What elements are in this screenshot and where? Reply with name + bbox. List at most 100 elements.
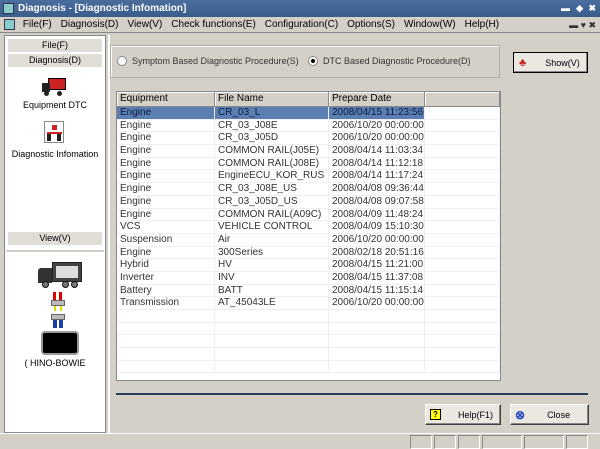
minimize-icon[interactable]: ▬ (561, 0, 570, 17)
cell-empty (425, 246, 500, 259)
close-icon: ⊗ (515, 407, 526, 422)
show-button[interactable]: ♣ Show(V) (513, 52, 588, 73)
help-button[interactable]: ? Help(F1) (425, 404, 501, 425)
equipment-dtc-icon[interactable] (42, 78, 66, 96)
table-row[interactable] (117, 335, 500, 349)
cell-equipment: Engine (117, 132, 215, 145)
dtc-procedure-label: DTC Based Diagnostic Procedure(D) (323, 56, 471, 66)
cell-file-name (215, 360, 329, 373)
resize-grip[interactable] (588, 434, 600, 449)
cell-prepare-date (329, 360, 425, 373)
table-row[interactable]: VCS VEHICLE CONTROL 2008/04/09 15:10:30 (117, 221, 500, 234)
table-row[interactable]: Battery BATT 2008/04/15 11:15:14 (117, 284, 500, 298)
cell-equipment (117, 310, 215, 322)
dtc-procedure-radio[interactable]: DTC Based Diagnostic Procedure(D) (308, 56, 471, 66)
menu-file[interactable]: File(F) (23, 19, 52, 30)
symptom-procedure-radio[interactable]: Symptom Based Diagnostic Procedure(S) (117, 56, 299, 66)
device-icon (41, 331, 79, 355)
cell-equipment: Inverter (117, 271, 215, 284)
diagnostic-information-icon[interactable] (44, 121, 64, 143)
sidebar-view-button[interactable]: View(V) (8, 232, 102, 245)
cell-file-name: COMMON RAIL(A09C) (215, 208, 329, 221)
cell-prepare-date (329, 310, 425, 322)
equipment-table[interactable]: Equipment File Name Prepare Date Engine C… (116, 91, 501, 381)
table-row[interactable]: Engine COMMON RAIL(J05E) 2008/04/14 11:03:… (117, 145, 500, 158)
cell-empty (425, 322, 500, 335)
cell-equipment: Engine (117, 246, 215, 259)
column-header-prepare-date[interactable]: Prepare Date (329, 92, 425, 107)
sidebar-file-button[interactable]: File(F) (8, 39, 102, 52)
device-label: ( HINO-BOWIE (24, 358, 86, 368)
radio-circle[interactable] (117, 56, 127, 66)
table-row[interactable]: Engine CR_03_J08E 2006/10/20 00:00:00 (117, 119, 500, 133)
cell-equipment (117, 322, 215, 335)
equipment-dtc-label[interactable]: Equipment DTC (5, 100, 105, 110)
cell-prepare-date: 2008/02/18 20:51:16 (329, 246, 425, 259)
table-row[interactable] (117, 322, 500, 336)
procedure-group: Symptom Based Diagnostic Procedure(S) DT… (110, 45, 500, 78)
cell-prepare-date: 2006/10/20 00:00:00 (329, 119, 425, 132)
window-title: Diagnosis - [Diagnostic Infomation] (18, 3, 187, 14)
close-window-icon[interactable]: ✖ (588, 0, 596, 17)
cell-file-name: HV (215, 259, 329, 271)
diagnostic-information-label[interactable]: Diagnostic Infomation (5, 149, 105, 159)
menu-help[interactable]: Help(H) (465, 19, 499, 30)
table-row[interactable]: Hybrid HV 2008/04/15 11:21:00 (117, 259, 500, 272)
cell-empty (425, 297, 500, 309)
table-row[interactable]: Engine CR_03_J05D_US 2008/04/08 09:07:58 (117, 195, 500, 209)
table-body: Engine CR_03_L 2008/04/15 11:23:56 Engine CR… (117, 107, 500, 374)
table-row[interactable]: Engine CR_03_L 2008/04/15 11:23:56 (117, 107, 500, 120)
cell-empty (425, 335, 500, 348)
sidebar-diagnosis-button[interactable]: Diagnosis(D) (8, 54, 102, 67)
cell-empty (425, 132, 500, 145)
radio-circle-selected[interactable] (308, 56, 318, 66)
cell-equipment (117, 348, 215, 360)
table-row[interactable]: Engine CR_03_J08E_US 2008/04/08 09:36:44 (117, 183, 500, 196)
table-row[interactable]: Transmission AT_45043LE 2006/10/20 00:00:0… (117, 297, 500, 310)
menu-options[interactable]: Options(S) (347, 19, 395, 30)
menu-window[interactable]: Window(W) (404, 19, 456, 30)
cell-empty (425, 348, 500, 360)
table-row[interactable]: Engine CR_03_J05D 2006/10/20 00:00:00 (117, 132, 500, 146)
connector-icon (51, 292, 65, 328)
cell-empty (425, 310, 500, 322)
cell-empty (425, 360, 500, 373)
table-row[interactable] (117, 310, 500, 323)
mdi-controls[interactable]: ▬ ♥ ✖ (569, 17, 596, 33)
cell-file-name (215, 310, 329, 322)
menu-view[interactable]: View(V) (127, 19, 162, 30)
menu-bar: File(F) Diagnosis(D) View(V) Check function… (0, 17, 600, 33)
menu-configuration[interactable]: Configuration(C) (265, 19, 338, 30)
table-row[interactable]: Engine COMMON RAIL(A09C) 2008/04/09 11:48:… (117, 208, 500, 222)
close-label: Close (547, 409, 571, 420)
cell-file-name: VEHICLE CONTROL (215, 221, 329, 233)
cell-equipment (117, 360, 215, 373)
cell-file-name: 300Series (215, 246, 329, 259)
cell-equipment: Engine (117, 119, 215, 132)
cell-empty (425, 221, 500, 233)
table-row[interactable] (117, 348, 500, 361)
menu-check-functions[interactable]: Check functions(E) (171, 19, 255, 30)
cell-empty (425, 119, 500, 132)
cell-prepare-date: 2008/04/15 11:21:00 (329, 259, 425, 271)
table-row[interactable] (117, 360, 500, 374)
menu-diagnosis[interactable]: Diagnosis(D) (61, 19, 119, 30)
table-row[interactable]: Engine 300Series 2008/02/18 20:51:16 (117, 246, 500, 260)
status-pane (524, 435, 564, 449)
column-header-equipment[interactable]: Equipment (117, 92, 215, 107)
truck-icon (38, 262, 82, 288)
table-row[interactable]: Suspension Air 2006/10/20 00:00:00 (117, 233, 500, 247)
close-button[interactable]: ⊗ Close (510, 404, 589, 425)
table-row[interactable]: Engine EngineECU_KOR_RUS 2008/04/14 11:17:… (117, 170, 500, 184)
title-bar: Diagnosis - [Diagnostic Infomation] ▬ ◆ … (0, 0, 600, 17)
column-header-file-name[interactable]: File Name (215, 92, 329, 107)
table-row[interactable]: Inverter INV 2008/04/15 11:37:08 (117, 271, 500, 285)
status-pane (410, 435, 432, 449)
restore-icon[interactable]: ◆ (576, 0, 583, 17)
cell-file-name: CR_03_J08E (215, 119, 329, 132)
hierarchy-icon: ♣ (519, 56, 527, 69)
table-row[interactable]: Engine COMMON RAIL(J08E) 2008/04/14 11:12:… (117, 157, 500, 171)
cell-prepare-date: 2008/04/08 09:07:58 (329, 195, 425, 208)
cell-file-name (215, 348, 329, 360)
cell-equipment: Engine (117, 170, 215, 183)
